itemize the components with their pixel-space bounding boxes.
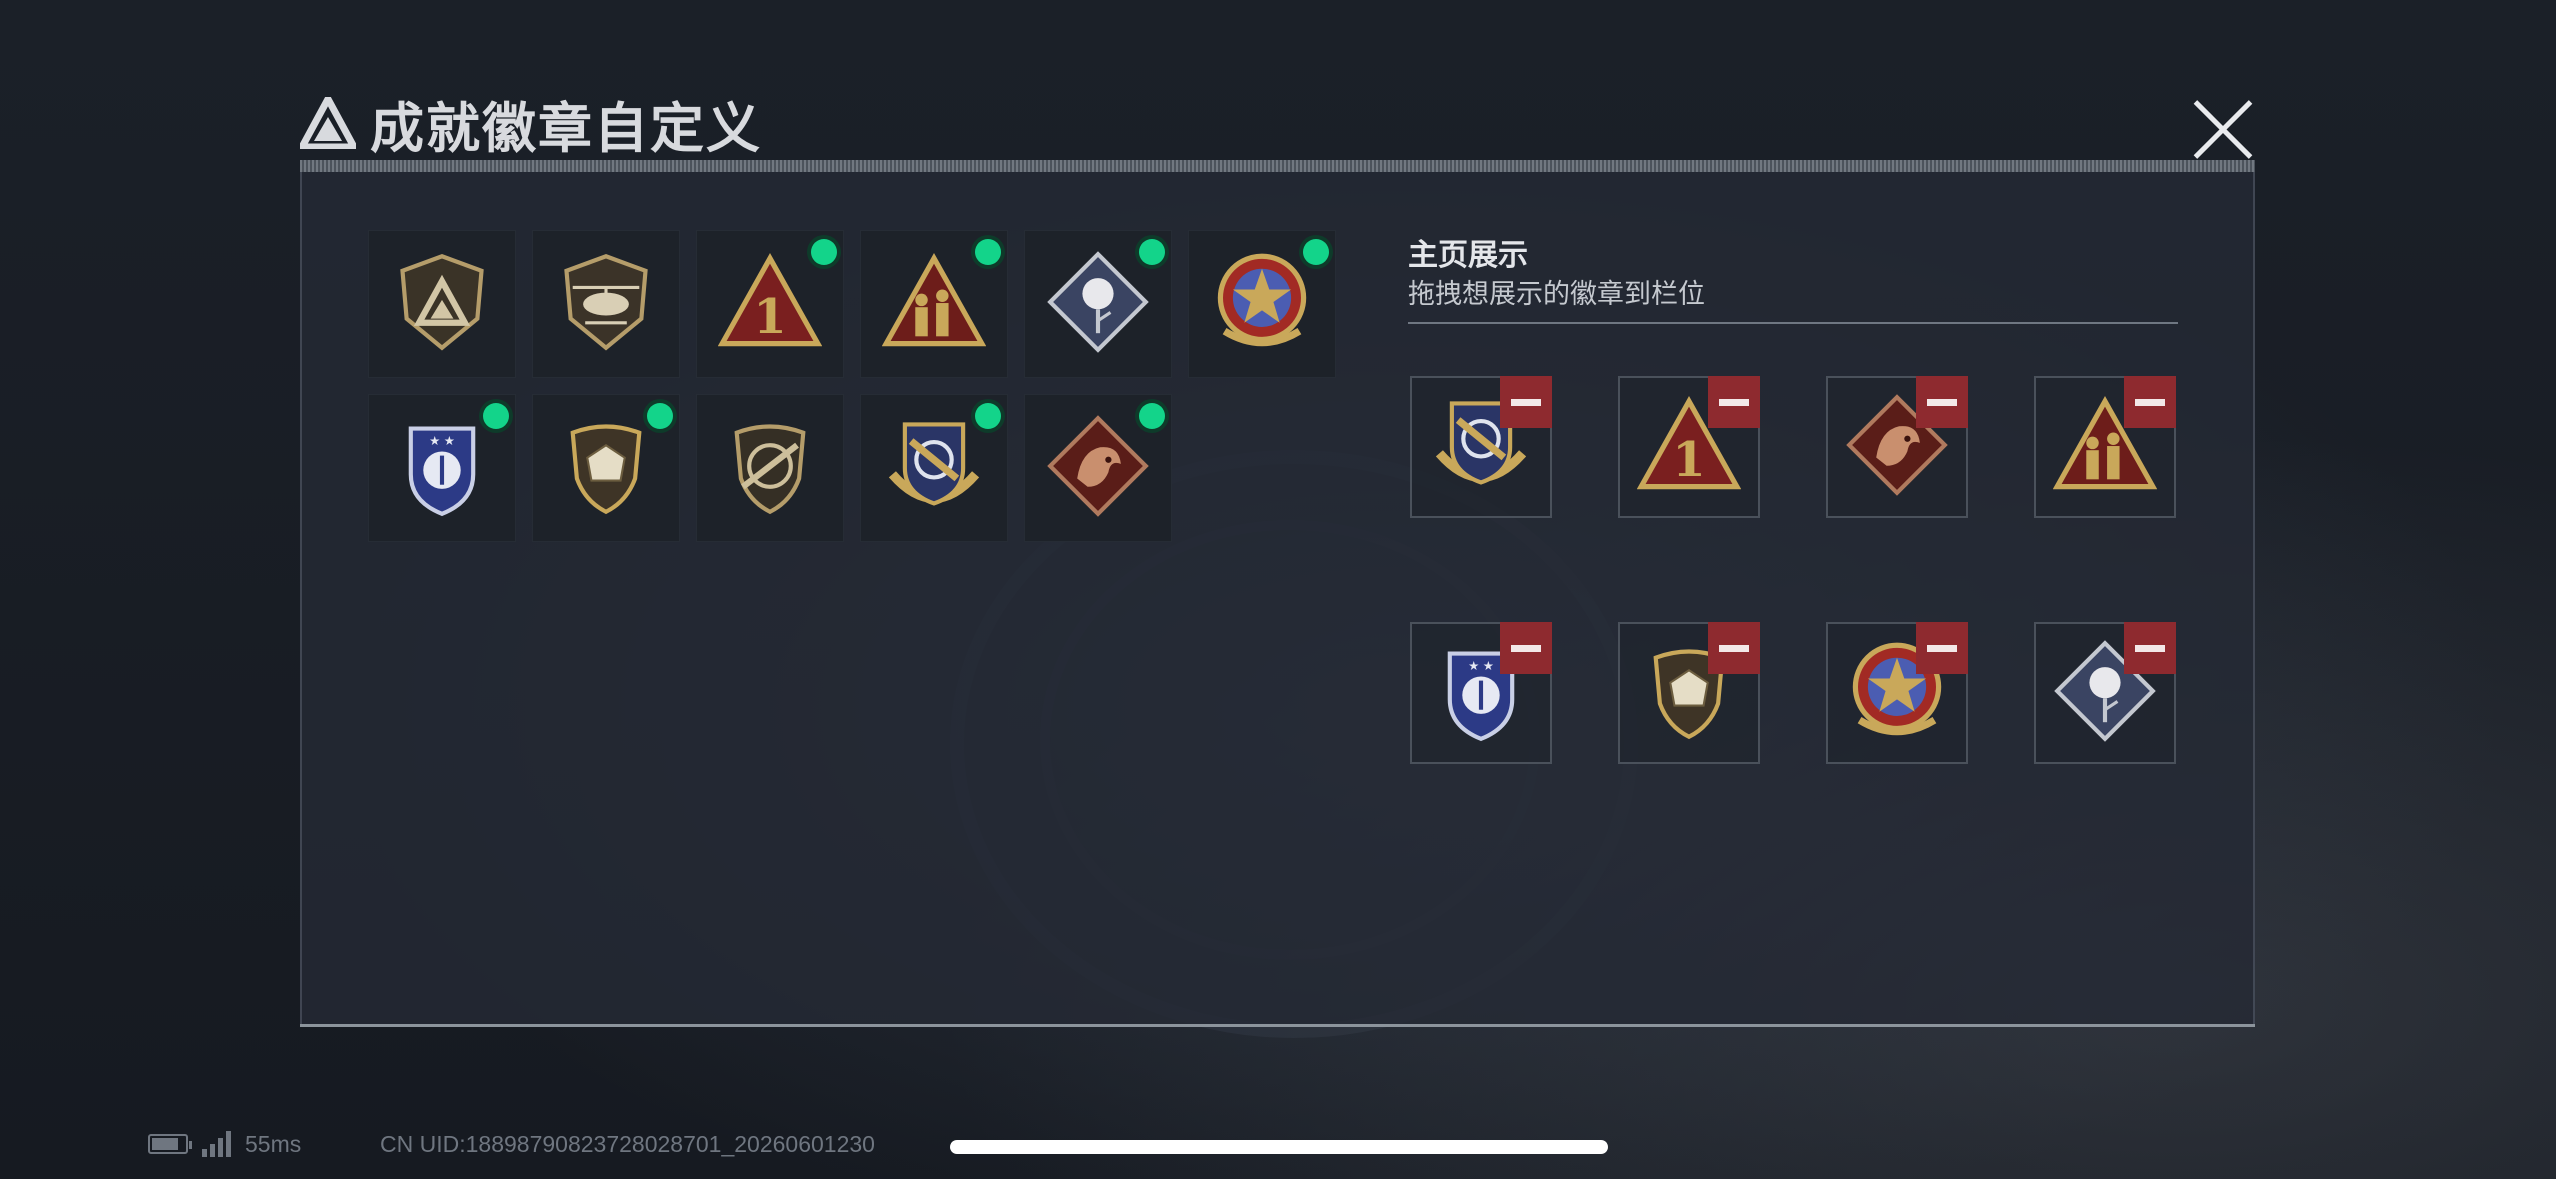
remove-badge-button[interactable] <box>1708 376 1760 428</box>
remove-badge-button[interactable] <box>1708 622 1760 674</box>
display-slots: 1 ★ ★ <box>1410 376 2176 764</box>
panel-bottom-border <box>300 1024 2255 1027</box>
badge-cell-5[interactable] <box>1024 230 1172 378</box>
svg-text:★ ★: ★ ★ <box>1468 659 1494 673</box>
triangle-shield-badge-icon <box>390 250 494 359</box>
equipped-indicator <box>647 403 673 429</box>
window-header: 成就徽章自定义 <box>300 88 762 160</box>
display-divider <box>1408 322 2178 324</box>
minus-icon <box>1719 398 1749 406</box>
minus-icon <box>1719 644 1749 652</box>
badge-cell-7[interactable]: ★ ★ <box>368 394 516 542</box>
equipped-indicator <box>1303 239 1329 265</box>
helicopter-badge-icon <box>554 250 658 359</box>
battery-icon <box>148 1134 192 1154</box>
soldiers-triangle-badge-icon <box>881 250 987 359</box>
remove-badge-button[interactable] <box>1500 622 1552 674</box>
display-slot-2[interactable]: 1 <box>1618 376 1760 518</box>
badge-cell-6[interactable] <box>1188 230 1336 378</box>
equipped-indicator <box>1139 239 1165 265</box>
display-slot-7[interactable] <box>1826 622 1968 764</box>
home-indicator[interactable] <box>950 1140 1608 1154</box>
badge-cell-2[interactable] <box>532 230 680 378</box>
rose-diamond-badge-icon <box>1046 250 1150 359</box>
svg-text:1: 1 <box>753 289 786 345</box>
crosshair-shield-badge-icon <box>882 414 986 523</box>
rifle-crest-badge-icon <box>718 414 822 523</box>
badge-cell-3[interactable]: 1 <box>696 230 844 378</box>
badge-cell-8[interactable] <box>532 394 680 542</box>
display-slot-6[interactable] <box>1618 622 1760 764</box>
homepage-display-subtitle: 拖拽想展示的徽章到栏位 <box>1408 279 1705 309</box>
equipped-indicator <box>1139 403 1165 429</box>
homepage-display-title: 主页展示 <box>1408 239 1528 272</box>
svg-text:1: 1 <box>1672 432 1705 488</box>
badge-collection-grid: 1 ★ ★ <box>368 230 1336 542</box>
minus-icon <box>1511 398 1541 406</box>
minus-icon <box>1511 644 1541 652</box>
star-medal-badge-icon <box>1210 250 1314 359</box>
display-slot-1[interactable] <box>1410 376 1552 518</box>
polyhedron-shield-badge-icon <box>554 414 658 523</box>
number-one-triangle-badge-icon: 1 <box>717 250 823 359</box>
minus-icon <box>1927 644 1957 652</box>
badge-cell-10[interactable] <box>860 394 1008 542</box>
display-slot-3[interactable] <box>1826 376 1968 518</box>
minus-icon <box>2135 644 2165 652</box>
police-shield-badge-icon: ★ ★ <box>390 414 494 523</box>
status-bar: 55ms <box>148 1128 301 1160</box>
equipped-indicator <box>483 403 509 429</box>
minus-icon <box>2135 398 2165 406</box>
minus-icon <box>1927 398 1957 406</box>
badge-cell-11[interactable] <box>1024 394 1172 542</box>
equipped-indicator <box>975 403 1001 429</box>
dragon-diamond-badge-icon <box>1046 414 1150 523</box>
remove-badge-button[interactable] <box>1916 622 1968 674</box>
player-uid: CN UID:1889879082372802870​1_20260601230 <box>380 1131 875 1157</box>
remove-badge-button[interactable] <box>1500 376 1552 428</box>
badge-cell-1[interactable] <box>368 230 516 378</box>
equipped-indicator <box>975 239 1001 265</box>
remove-badge-button[interactable] <box>2124 622 2176 674</box>
display-slot-5[interactable]: ★ ★ <box>1410 622 1552 764</box>
equipped-indicator <box>811 239 837 265</box>
badge-cell-9[interactable] <box>696 394 844 542</box>
window-title: 成就徽章自定义 <box>370 96 762 160</box>
game-logo-icon <box>300 97 356 149</box>
signal-icon <box>202 1131 231 1157</box>
svg-text:★ ★: ★ ★ <box>429 434 455 448</box>
remove-badge-button[interactable] <box>1916 376 1968 428</box>
ping-value: 55ms <box>245 1130 302 1157</box>
remove-badge-button[interactable] <box>2124 376 2176 428</box>
close-icon[interactable] <box>2188 96 2258 166</box>
title-underline <box>300 160 2255 172</box>
display-slot-8[interactable] <box>2034 622 2176 764</box>
badge-cell-4[interactable] <box>860 230 1008 378</box>
display-slot-4[interactable] <box>2034 376 2176 518</box>
